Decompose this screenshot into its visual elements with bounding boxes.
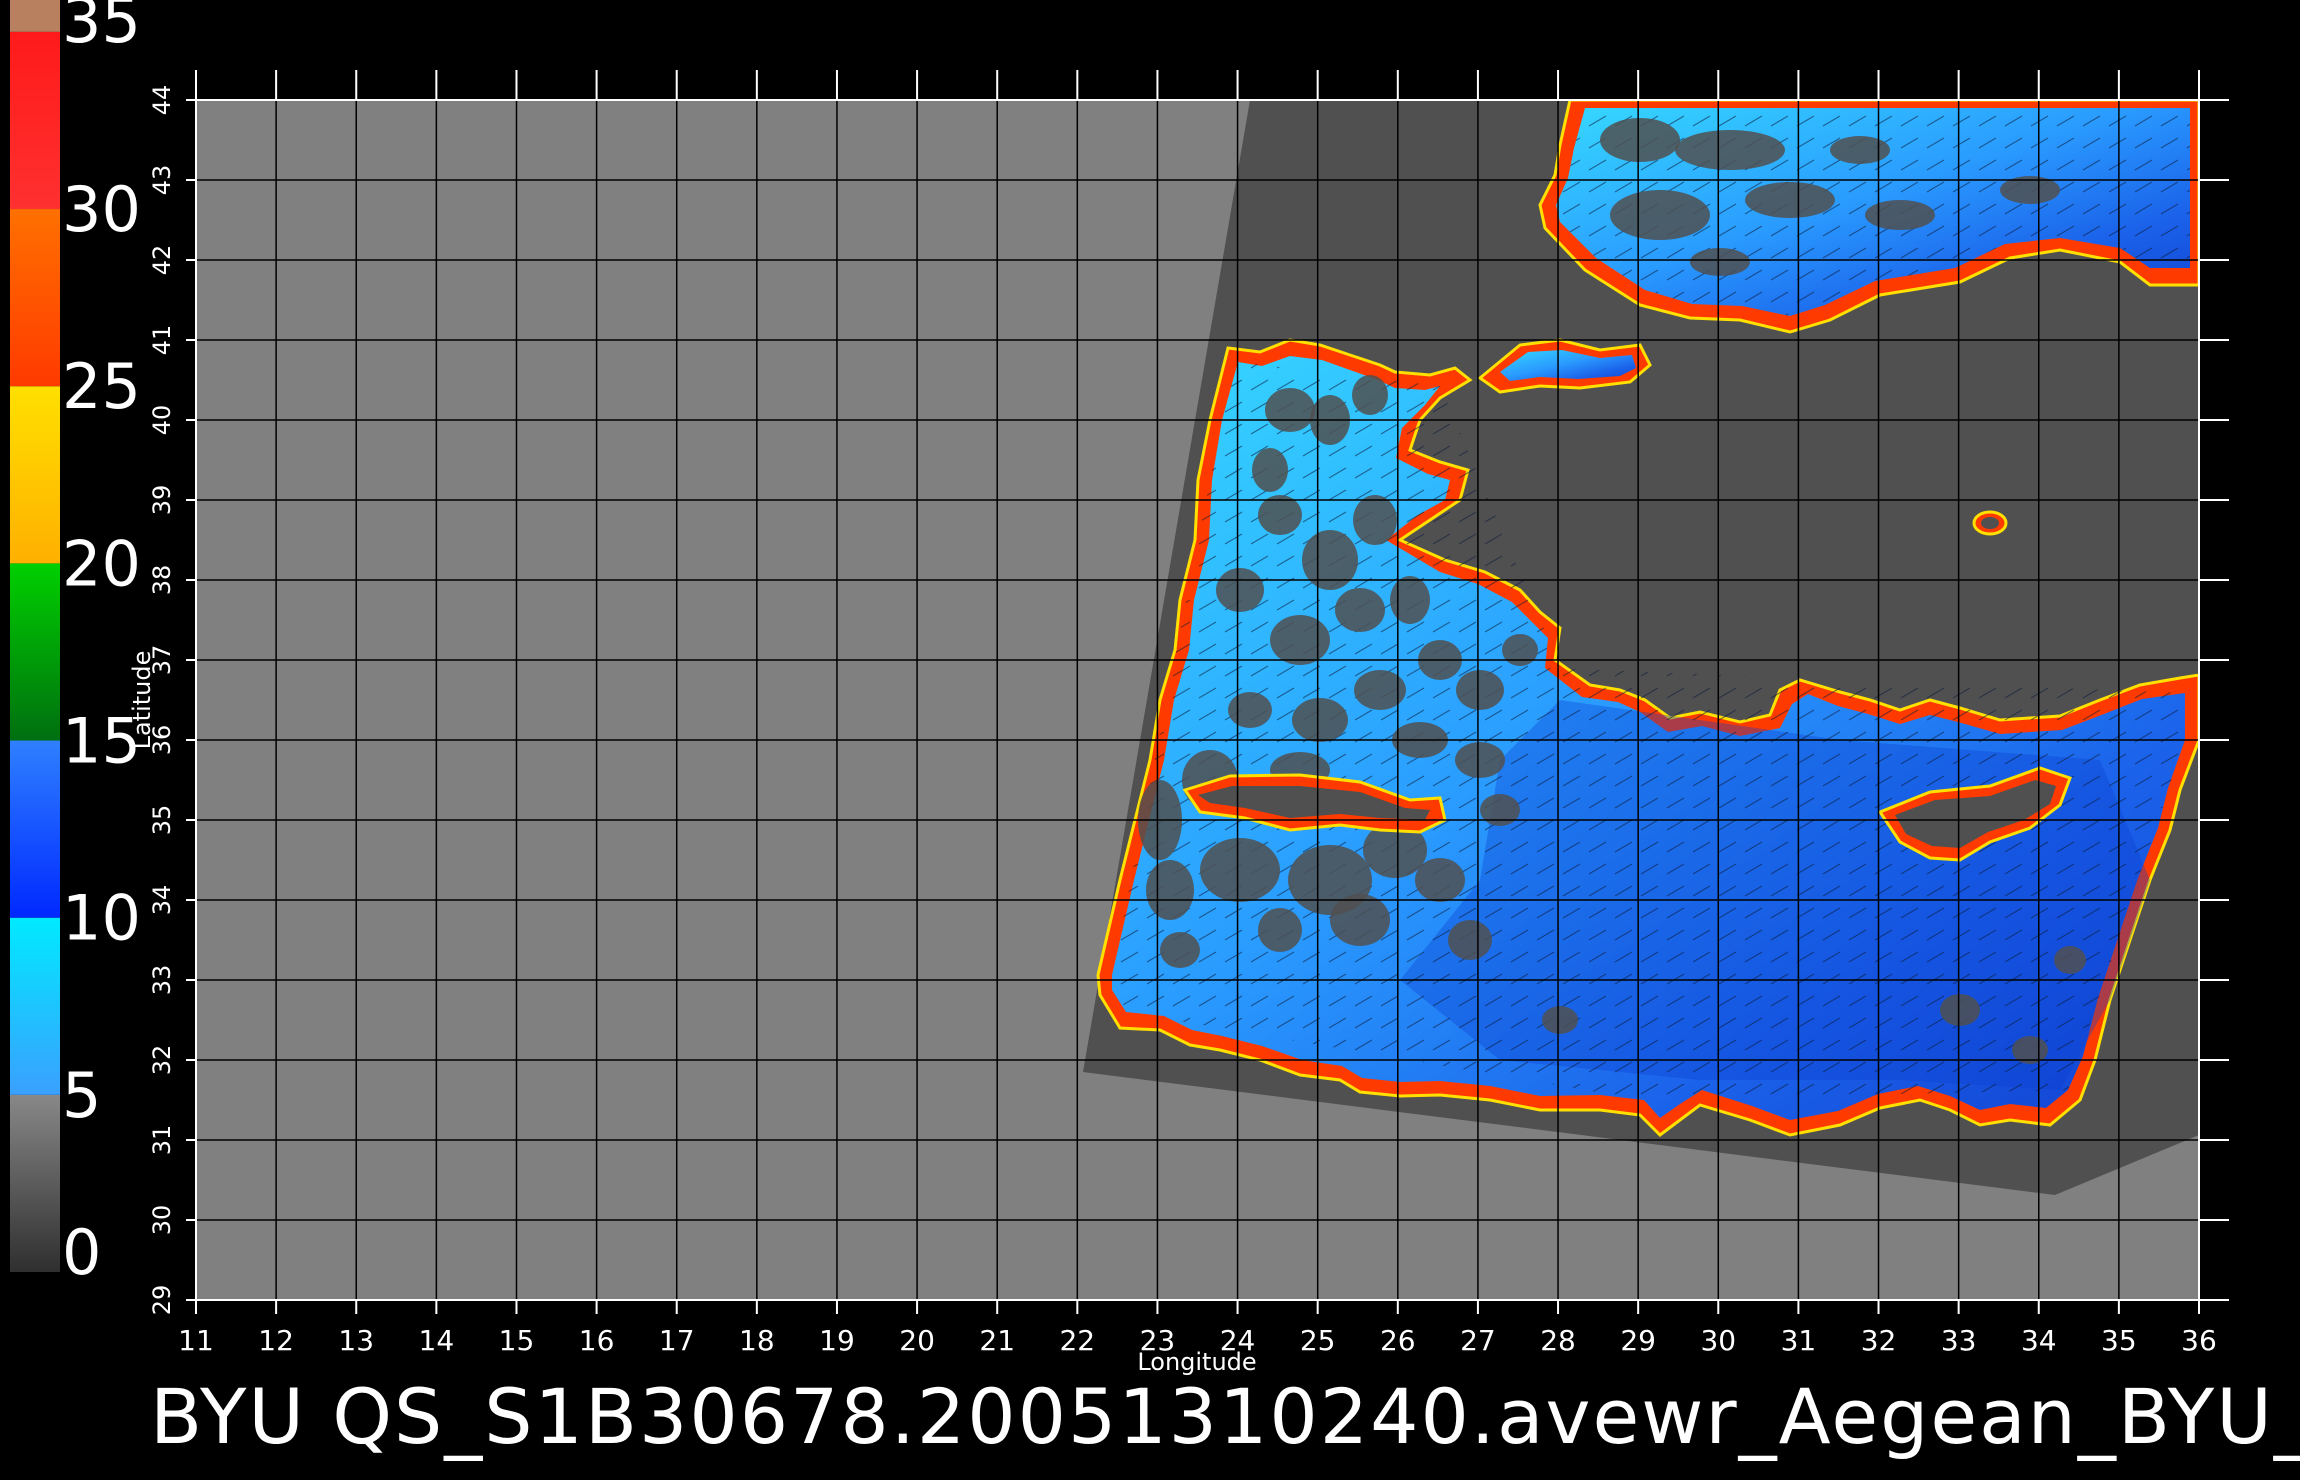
lat-tick-label: 44 (148, 85, 176, 116)
lon-tick-label: 29 (1620, 1324, 1656, 1357)
lon-tick-label: 19 (819, 1324, 855, 1357)
lon-tick-label: 17 (659, 1324, 695, 1357)
colorbar-band (10, 740, 60, 918)
lon-tick-label: 34 (2021, 1324, 2057, 1357)
colorbar-band (10, 563, 60, 741)
colorbar-label: 25 (62, 350, 141, 423)
colorbar-label: 10 (62, 882, 141, 955)
colorbar (10, 0, 60, 1272)
colorbar-label: 20 (62, 527, 141, 600)
colorbar-top-band (10, 0, 60, 32)
lat-tick-label: 30 (148, 1205, 176, 1236)
lon-tick-label: 27 (1460, 1324, 1496, 1357)
lat-tick-label: 29 (148, 1285, 176, 1316)
lon-tick-label: 30 (1700, 1324, 1736, 1357)
lon-tick-label: 33 (1941, 1324, 1977, 1357)
lon-tick-label: 36 (2181, 1324, 2217, 1357)
lon-tick-label: 13 (338, 1324, 374, 1357)
lat-tick-label: 42 (148, 245, 176, 276)
lat-tick-label: 31 (148, 1125, 176, 1156)
colorbar-label: 0 (62, 1216, 101, 1289)
lon-tick-label: 22 (1059, 1324, 1095, 1357)
colorbar-labels: 35302520151050 (62, 0, 141, 1289)
lon-tick-label: 28 (1540, 1324, 1576, 1357)
colorbar-band (10, 917, 60, 1095)
colorbar-label: 5 (62, 1059, 101, 1132)
lon-tick-label: 12 (258, 1324, 294, 1357)
y-axis-label: Latitude (128, 651, 156, 750)
colorbar-band (10, 1094, 60, 1272)
colorbar-band (10, 209, 60, 387)
lat-tick-label: 38 (148, 565, 176, 596)
lat-tick-label: 35 (148, 805, 176, 836)
colorbar-band (10, 386, 60, 564)
lat-tick-label: 33 (148, 965, 176, 996)
lon-tick-label: 26 (1380, 1324, 1416, 1357)
lon-tick-label: 20 (899, 1324, 935, 1357)
colorbar-label: 35 (62, 0, 141, 57)
lon-tick-label: 15 (499, 1324, 535, 1357)
lat-tick-label: 43 (148, 165, 176, 196)
lat-tick-label: 32 (148, 1045, 176, 1076)
lon-tick-label: 21 (979, 1324, 1015, 1357)
lon-tick-label: 25 (1300, 1324, 1336, 1357)
figure-caption: BYU QS_S1B30678.20051310240.avewr_Aegean… (150, 1372, 2300, 1461)
map-figure: 35 30 25 20 15 10 5 0 11 12 13 14 15 16 17 18 1… (10, 0, 2229, 1376)
colorbar-band (10, 31, 60, 210)
colorbar-label: 30 (62, 173, 141, 246)
lon-tick-label: 32 (1861, 1324, 1897, 1357)
lat-tick-label: 41 (148, 325, 176, 356)
lon-tick-label: 11 (178, 1324, 214, 1357)
plot-area (196, 100, 2199, 1300)
lon-tick-label: 16 (579, 1324, 615, 1357)
lat-tick-label: 34 (148, 885, 176, 916)
lat-tick-label: 39 (148, 485, 176, 516)
lon-tick-label: 35 (2101, 1324, 2137, 1357)
lon-tick-label: 18 (739, 1324, 775, 1357)
lat-tick-label: 40 (148, 405, 176, 436)
lon-tick-label: 31 (1781, 1324, 1817, 1357)
lon-tick-label: 14 (419, 1324, 455, 1357)
